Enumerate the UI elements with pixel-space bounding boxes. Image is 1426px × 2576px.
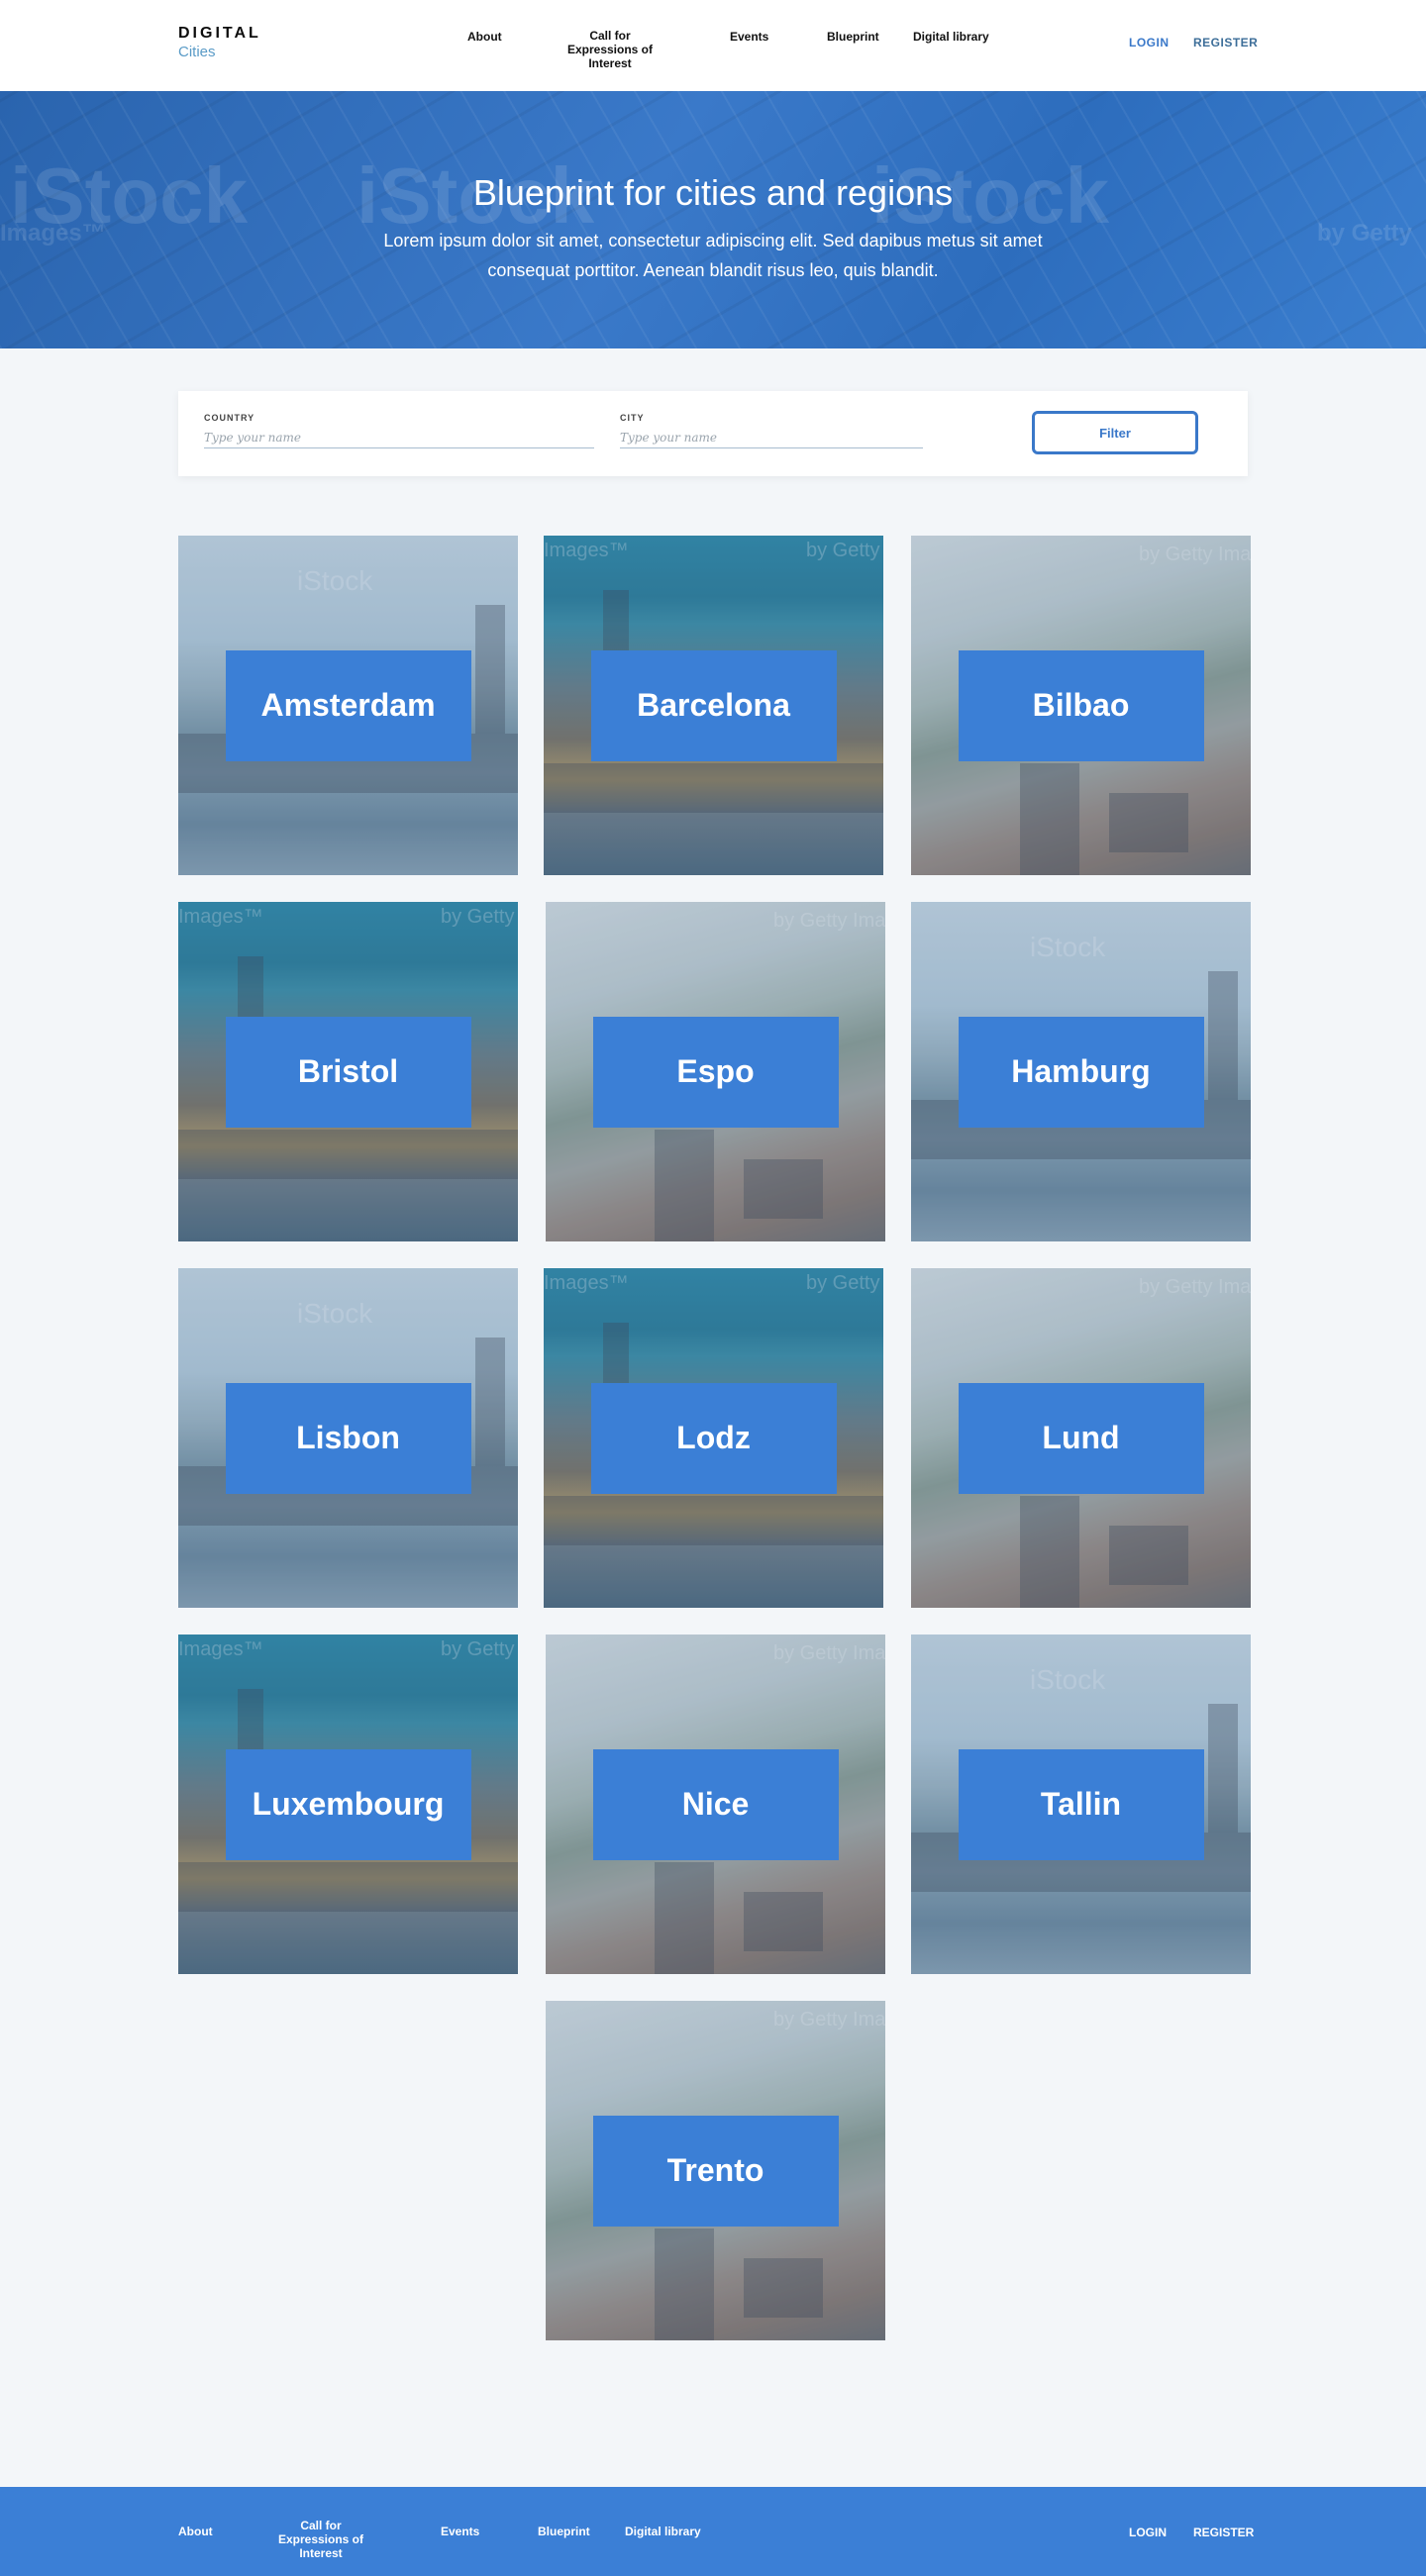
logo-sub-text: Cities [178,44,216,60]
footer-nav-blueprint[interactable]: Blueprint [538,2525,590,2538]
city-card-bristol[interactable]: Images™ by Getty Bristol [178,902,518,1241]
logo[interactable]: DIGITAL Cities [178,25,261,60]
city-card-amsterdam[interactable]: iStock Amsterdam [178,536,518,875]
city-card-bilbao[interactable]: by Getty Ima Bilbao [911,536,1251,875]
city-card-lisbon[interactable]: iStock Lisbon [178,1268,518,1608]
footer-register-link[interactable]: REGISTER [1193,2526,1254,2539]
nav-events[interactable]: Events [730,30,768,44]
register-link[interactable]: REGISTER [1193,36,1258,50]
site-header: DIGITAL Cities About Call for Expression… [0,0,1426,91]
logo-main-text: DIGITAL [178,25,261,42]
hero-title: Blueprint for cities and regions [472,172,954,213]
country-input[interactable] [204,427,594,448]
city-name: Amsterdam [225,649,471,761]
city-card-hamburg[interactable]: iStock Hamburg [911,902,1251,1241]
footer-nav-call-for-expressions[interactable]: Call for Expressions of Interest [265,2519,376,2560]
hero-banner: iStock iStock iStock Images™ by Getty Bl… [0,91,1426,348]
city-name: Espo [592,1016,839,1128]
city-name: Hamburg [958,1016,1204,1128]
city-name: Lodz [590,1382,837,1494]
login-link[interactable]: LOGIN [1129,36,1170,50]
nav-blueprint[interactable]: Blueprint [827,30,879,44]
filter-button[interactable]: Filter [1032,411,1198,454]
nav-call-for-expressions[interactable]: Call for Expressions of Interest [555,29,665,70]
footer-nav-digital-library[interactable]: Digital library [625,2525,701,2538]
city-card-tallin[interactable]: iStock Tallin [911,1635,1251,1974]
city-name: Luxembourg [225,1748,471,1860]
site-footer: About Call for Expressions of Interest E… [0,2487,1426,2576]
footer-login-link[interactable]: LOGIN [1129,2526,1167,2539]
hero-watermark: Images™ [0,220,106,247]
country-label: COUNTRY [204,413,255,423]
city-name: Barcelona [590,649,837,761]
nav-digital-library[interactable]: Digital library [913,30,989,44]
city-name: Bristol [225,1016,471,1128]
city-name: Trento [592,2115,839,2227]
city-name: Lund [958,1382,1204,1494]
city-card-lund[interactable]: by Getty Ima Lund [911,1268,1251,1608]
city-card-nice[interactable]: by Getty Ima Nice [546,1635,885,1974]
city-name: Nice [592,1748,839,1860]
nav-about[interactable]: About [467,30,502,44]
city-input[interactable] [620,427,923,448]
city-name: Tallin [958,1748,1204,1860]
filter-panel: COUNTRY CITY Filter [178,391,1248,476]
hero-watermark: by Getty [1317,220,1413,247]
city-card-espo[interactable]: by Getty Ima Espo [546,902,885,1241]
city-card-trento[interactable]: by Getty Ima Trento [546,2001,885,2340]
city-card-lodz[interactable]: Images™ by Getty Lodz [544,1268,883,1608]
city-label: CITY [620,413,645,423]
footer-nav-events[interactable]: Events [441,2525,479,2538]
city-name: Lisbon [225,1382,471,1494]
footer-nav-about[interactable]: About [178,2525,213,2538]
city-card-luxembourg[interactable]: Images™ by Getty Luxembourg [178,1635,518,1974]
city-card-barcelona[interactable]: Images™ by Getty Barcelona [544,536,883,875]
city-name: Bilbao [958,649,1204,761]
hero-description: Lorem ipsum dolor sit amet, consectetur … [383,231,1043,280]
